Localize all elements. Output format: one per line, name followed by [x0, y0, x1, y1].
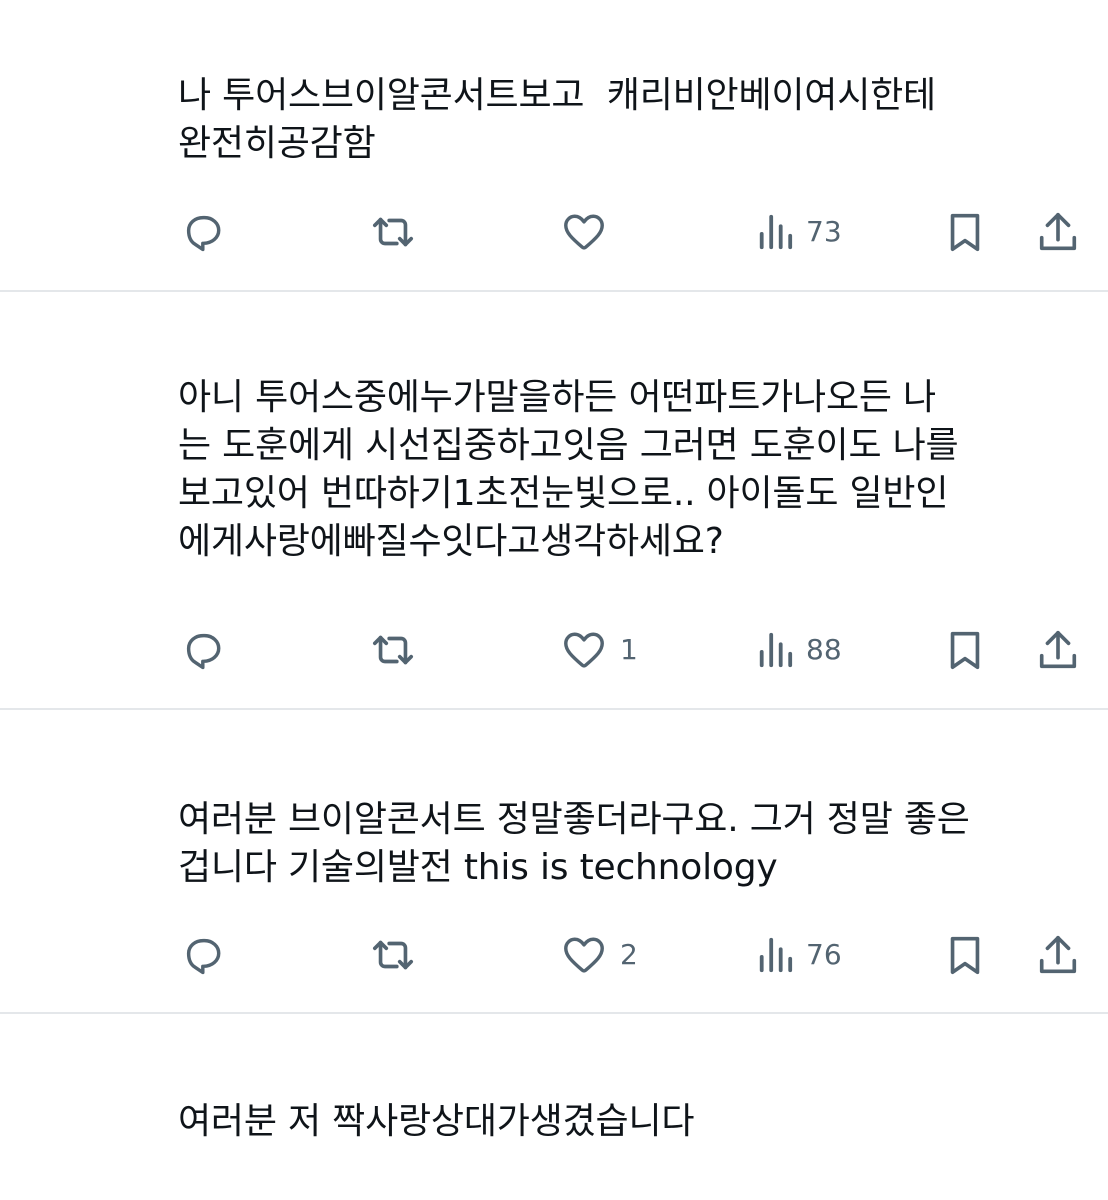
post-text: 나 투어스브이알콘서트보고 캐리비안베이여시한테 완전히공감함: [178, 75, 936, 164]
share-upload-icon: [1039, 630, 1077, 669]
post-text: 여러분 저 짝사랑상대가생겼습니다: [178, 1101, 695, 1142]
like-button[interactable]: [560, 207, 620, 257]
view-count: 76: [806, 938, 842, 971]
heart-icon: [564, 937, 604, 973]
action-bar: 1 88: [0, 625, 1108, 675]
bookmark-button[interactable]: [944, 625, 986, 675]
speech-bubble-icon: [186, 215, 221, 252]
bookmark-icon: [950, 936, 980, 975]
post-text: 아니 투어스중에누가말을하든 어떤파트가나오든 나 는 도훈에게 시선집중하고잇…: [178, 377, 959, 562]
bookmark-icon: [950, 213, 980, 252]
post-3[interactable]: 여러분 브이알콘서트 정말좋더라구요. 그거 정말 좋은 겁니다 기술의발전 t…: [0, 710, 1108, 1012]
reply-button[interactable]: [180, 625, 238, 675]
speech-bubble-icon: [186, 633, 221, 670]
share-upload-icon: [1039, 212, 1077, 251]
bar-chart-icon: [759, 214, 793, 250]
post-1[interactable]: 나 투어스브이알콘서트보고 캐리비안베이여시한테 완전히공감함 73: [0, 0, 1108, 290]
like-button[interactable]: 1: [560, 625, 638, 675]
heart-icon: [564, 214, 604, 250]
reply-button[interactable]: [180, 207, 238, 257]
views-button[interactable]: 88: [756, 625, 842, 675]
repost-button[interactable]: [368, 930, 430, 980]
like-count: 1: [620, 633, 638, 666]
bookmark-button[interactable]: [944, 207, 986, 257]
reply-feed: 나 투어스브이알콘서트보고 캐리비안베이여시한테 완전히공감함 73 아니 투어…: [0, 0, 1108, 1200]
action-bar: 2 76: [0, 930, 1108, 980]
share-button[interactable]: [1036, 625, 1080, 675]
bookmark-button[interactable]: [944, 930, 986, 980]
like-count: 2: [620, 938, 638, 971]
repost-button[interactable]: [368, 207, 430, 257]
repost-arrows-icon: [372, 635, 414, 665]
share-button[interactable]: [1036, 207, 1080, 257]
post-4[interactable]: 여러분 저 짝사랑상대가생겼습니다: [0, 1014, 1108, 1200]
like-button[interactable]: 2: [560, 930, 638, 980]
view-count: 88: [806, 633, 842, 666]
share-button[interactable]: [1036, 930, 1080, 980]
view-count: 73: [806, 215, 842, 248]
speech-bubble-icon: [186, 938, 221, 975]
reply-button[interactable]: [180, 930, 238, 980]
share-upload-icon: [1039, 935, 1077, 974]
bookmark-icon: [950, 631, 980, 670]
repost-arrows-icon: [372, 940, 414, 970]
bar-chart-icon: [759, 632, 793, 668]
repost-arrows-icon: [372, 217, 414, 247]
post-2[interactable]: 아니 투어스중에누가말을하든 어떤파트가나오든 나 는 도훈에게 시선집중하고잇…: [0, 292, 1108, 708]
post-text: 여러분 브이알콘서트 정말좋더라구요. 그거 정말 좋은 겁니다 기술의발전 t…: [178, 799, 970, 888]
action-bar: 73: [0, 207, 1108, 257]
bar-chart-icon: [759, 937, 793, 973]
views-button[interactable]: 73: [756, 207, 842, 257]
repost-button[interactable]: [368, 625, 430, 675]
heart-icon: [564, 632, 604, 668]
views-button[interactable]: 76: [756, 930, 842, 980]
